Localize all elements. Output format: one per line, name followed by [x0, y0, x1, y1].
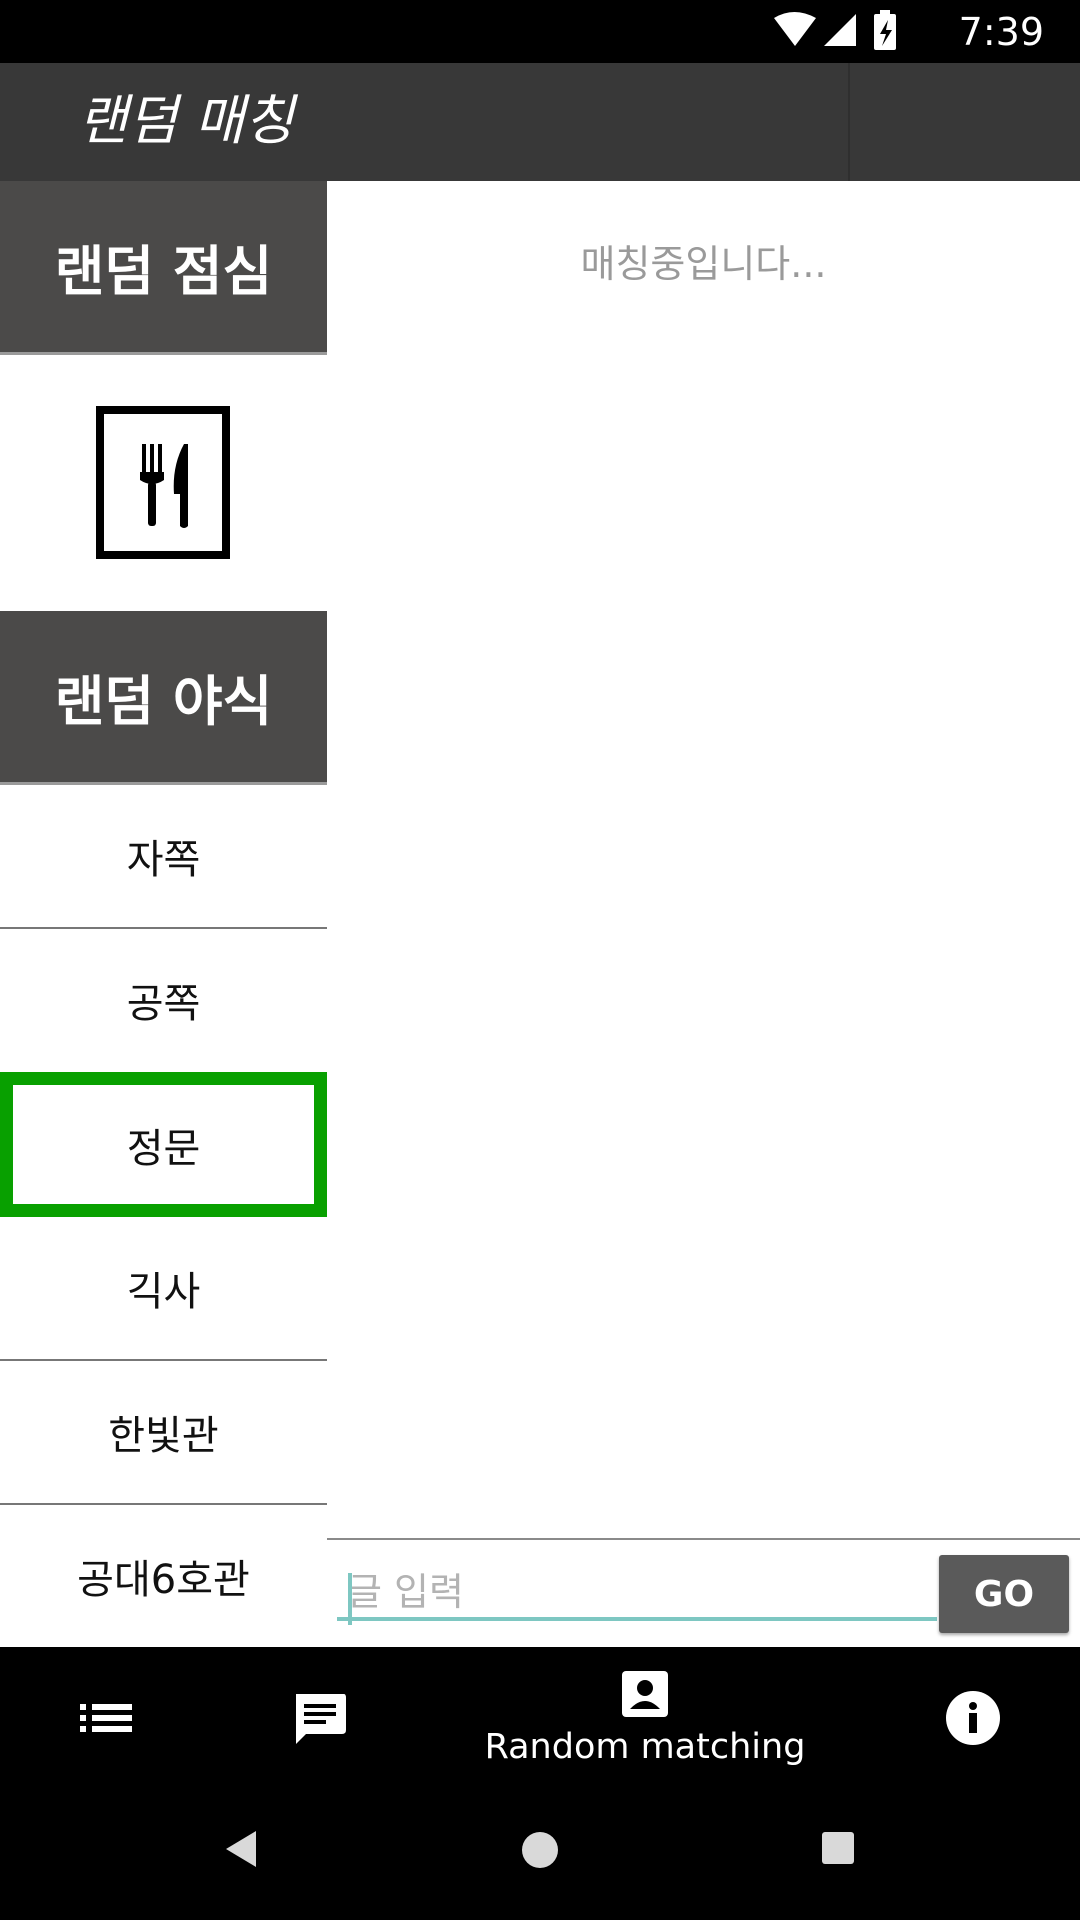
location-item[interactable]: 공쪽 — [0, 929, 327, 1071]
bottom-navigation: Random matching — [0, 1647, 1080, 1789]
nav-label: Random matching — [484, 1727, 806, 1767]
message-input[interactable] — [337, 1567, 937, 1621]
location-item[interactable]: 공대6호관 — [0, 1505, 327, 1647]
location-item[interactable]: 긱사 — [0, 1217, 327, 1359]
late-snack-header[interactable]: 랜덤 야식 — [0, 611, 327, 785]
location-item[interactable]: 한빛관 — [0, 1361, 327, 1503]
status-bar: 7:39 — [0, 0, 1080, 63]
text-cursor — [348, 1573, 352, 1625]
battery-charging-icon — [874, 10, 896, 50]
matching-area: 매칭중입니다... GO — [327, 181, 1080, 1647]
app-title: 랜덤 매칭 — [78, 89, 294, 152]
system-navigation — [0, 1789, 1080, 1920]
list-icon — [80, 1704, 132, 1732]
status-icons — [774, 10, 896, 50]
nav-list[interactable] — [56, 1647, 156, 1789]
nav-random-matching[interactable]: Random matching — [470, 1647, 820, 1789]
location-item[interactable]: 자쪽 — [0, 785, 327, 927]
app-bar: 랜덤 매칭 — [0, 63, 1080, 181]
location-item-selected[interactable]: 정문 — [0, 1072, 327, 1217]
matching-status: 매칭중입니다... — [580, 242, 827, 286]
info-icon — [946, 1691, 1000, 1745]
nav-chat[interactable] — [270, 1647, 370, 1789]
home-icon[interactable] — [519, 1829, 561, 1871]
back-icon[interactable] — [222, 1829, 258, 1869]
status-time: 7:39 — [958, 10, 1044, 54]
appbar-divider — [848, 63, 850, 181]
wifi-icon — [774, 12, 816, 46]
nav-info[interactable] — [923, 1647, 1023, 1789]
signal-icon — [824, 14, 856, 46]
account-box-icon — [622, 1671, 668, 1717]
go-button[interactable]: GO — [939, 1555, 1069, 1633]
input-divider — [327, 1538, 1080, 1540]
restaurant-icon[interactable] — [96, 406, 230, 559]
chat-icon — [296, 1694, 346, 1744]
lunch-header[interactable]: 랜덤 점심 — [0, 181, 327, 355]
category-panel: 랜덤 점심 랜덤 야식 자쪽 공쪽 정문 긱사 한빛관 공대6호관 — [0, 181, 327, 1647]
recents-icon[interactable] — [820, 1830, 856, 1866]
